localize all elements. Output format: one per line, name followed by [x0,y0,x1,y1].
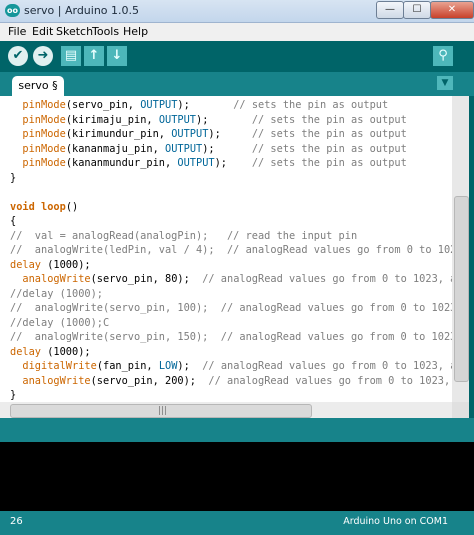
arduino-logo-icon: oo [5,4,20,17]
board-port-info: Arduino Uno on COM1 [343,516,448,527]
new-sketch-icon[interactable]: ▤ [61,46,81,66]
tab-servo[interactable]: servo § [12,76,64,96]
toolbar: ✔ ➜ ▤ ↑ ↓ ⚲ [0,41,474,72]
title-bar: oo servo | Arduino 1.0.5 — ☐ ✕ [0,0,474,23]
console-output[interactable] [0,442,474,511]
tab-menu-chevron-down-icon[interactable]: ▼ [437,76,453,90]
open-sketch-icon[interactable]: ↑ [84,46,104,66]
code-text[interactable]: pinMode(servo_pin, OUTPUT); // sets the … [10,98,452,402]
menu-file[interactable]: File [8,25,26,38]
vertical-scroll-thumb[interactable] [454,196,469,382]
upload-icon[interactable]: ➜ [33,46,53,66]
status-bar: 26 Arduino Uno on COM1 [0,511,474,535]
window-title: servo | Arduino 1.0.5 [24,4,140,17]
menu-help[interactable]: Help [123,25,148,38]
menu-bar: File Edit Sketch Tools Help [0,23,474,41]
menu-sketch[interactable]: Sketch [56,25,93,38]
verify-icon[interactable]: ✔ [8,46,28,66]
serial-monitor-icon[interactable]: ⚲ [433,46,453,66]
horizontal-scrollbar[interactable]: ||| [0,402,452,418]
save-sketch-icon[interactable]: ↓ [107,46,127,66]
scrollbar-corner [452,402,469,418]
menu-tools[interactable]: Tools [92,25,119,38]
scroll-grip-icon: ||| [158,406,168,416]
line-number: 26 [10,516,23,527]
maximize-button[interactable]: ☐ [403,1,431,19]
code-editor[interactable]: pinMode(servo_pin, OUTPUT); // sets the … [0,96,452,402]
minimize-button[interactable]: — [376,1,404,19]
window-edge [469,96,474,418]
horizontal-scroll-thumb[interactable]: ||| [10,404,312,418]
menu-edit[interactable]: Edit [32,25,53,38]
tab-bar: servo § ▼ [0,72,474,96]
message-area [0,418,474,442]
vertical-scrollbar[interactable] [452,96,469,402]
close-button[interactable]: ✕ [430,1,474,19]
